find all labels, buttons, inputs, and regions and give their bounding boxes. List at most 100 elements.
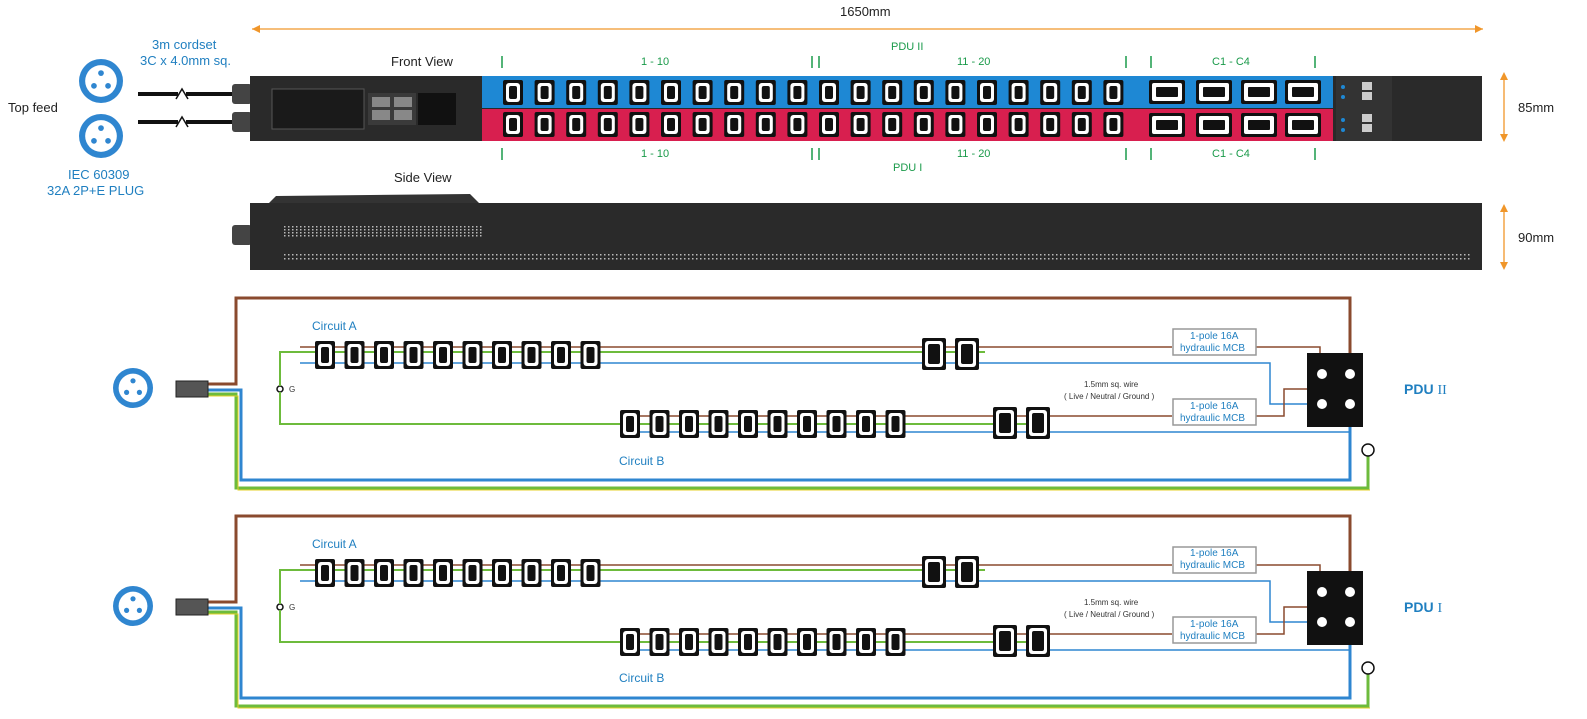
terminal-block <box>1307 353 1363 427</box>
top-group-1-10: 1 - 10 <box>641 56 670 68</box>
length-dimension-arrow <box>252 25 1483 33</box>
top-group-11-20: 11 - 20 <box>957 56 991 68</box>
c13-outlet <box>1026 407 1050 439</box>
c19-outlet <box>1196 80 1232 104</box>
iec-plug-icon <box>113 368 153 408</box>
bottom-group-1-10: 1 - 10 <box>641 148 670 160</box>
mcb-a-line2: hydraulic MCB <box>1180 560 1246 571</box>
c13-outlet <box>1008 80 1029 105</box>
c13-outlet <box>850 112 871 137</box>
mcb-b-line1: 1-pole 16A <box>1190 401 1239 412</box>
c13-outlet <box>945 80 966 105</box>
c13-outlet <box>597 80 618 105</box>
pdu-diagram: 1650mm 85mm 90mm 3m cordset 3C x 4.0mm s… <box>0 0 1587 719</box>
c13-outlet <box>856 410 876 438</box>
schematic-pdu-ii <box>113 296 1375 491</box>
c13-outlet <box>993 407 1017 439</box>
c13-outlet <box>374 559 394 587</box>
c13-outlet <box>551 341 571 369</box>
c13-outlet <box>724 112 745 137</box>
c13-outlet <box>977 112 997 137</box>
length-dimension-label: 1650mm <box>840 4 891 19</box>
pdu-numeral: II <box>1437 383 1447 398</box>
c19-outlet <box>1285 113 1321 137</box>
c19-outlet <box>1149 113 1185 137</box>
iec-plug-icons <box>79 59 123 158</box>
schematic-pdu-i <box>113 514 1375 709</box>
c13-outlet <box>521 559 542 587</box>
c13-outlet <box>679 628 699 656</box>
c13-outlet <box>913 80 934 105</box>
iec-plug-icon <box>79 114 123 158</box>
c13-outlet <box>597 112 618 137</box>
c13-outlet <box>885 628 906 656</box>
c13-outlet <box>433 341 453 369</box>
c13-outlet <box>566 80 587 105</box>
c13-outlet <box>503 80 523 105</box>
c13-outlet <box>708 628 729 656</box>
c13-outlet <box>819 112 839 137</box>
mcb-a-line1: 1-pole 16A <box>1190 548 1239 559</box>
top-group-c1-c4: C1 - C4 <box>1212 56 1250 68</box>
c13-outlet <box>797 628 817 656</box>
c13-outlet <box>856 628 876 656</box>
plug-label-line2: 32A 2P+E PLUG <box>47 183 145 198</box>
c13-outlet <box>403 341 424 369</box>
c13-outlet <box>344 341 365 369</box>
diagram-canvas <box>79 25 1508 709</box>
pdu-front-view <box>232 76 1482 141</box>
cordset-label-line1: 3m cordset <box>152 37 217 52</box>
c13-outlet <box>403 559 424 587</box>
c13-outlet <box>580 341 601 369</box>
c13-outlet <box>738 410 758 438</box>
c13-outlet <box>913 112 934 137</box>
side-height-label: 90mm <box>1518 230 1555 245</box>
bottom-group-c1-c4: C1 - C4 <box>1212 148 1250 160</box>
input-cords <box>138 87 232 128</box>
c13-outlet <box>580 559 601 587</box>
c13-outlet <box>620 410 640 438</box>
c13-outlet <box>1071 80 1092 105</box>
c13-outlet <box>787 80 808 105</box>
c13-outlet <box>767 410 788 438</box>
mcb-b-line1: 1-pole 16A <box>1190 619 1239 630</box>
c13-outlet <box>534 112 555 137</box>
c13-outlet <box>492 341 512 369</box>
terminal-block <box>1307 571 1363 645</box>
c13-outlet <box>797 410 817 438</box>
c13-outlet <box>566 112 587 137</box>
c13-outlet <box>755 112 776 137</box>
height-dimension-arrow-front <box>1500 72 1508 142</box>
bottom-group-11-20: 11 - 20 <box>957 148 991 160</box>
mcb-b-line2: hydraulic MCB <box>1180 631 1246 642</box>
circuit-a-label: Circuit A <box>312 319 357 333</box>
circuit-b-label: Circuit B <box>619 454 665 468</box>
c13-outlet <box>850 80 871 105</box>
c13-outlet <box>692 80 713 105</box>
wire-spec-line2: ( Live / Neutral / Ground ) <box>1064 610 1155 619</box>
c13-outlet <box>945 112 966 137</box>
c19-outlet <box>1196 113 1232 137</box>
front-height-label: 85mm <box>1518 100 1555 115</box>
pdu-word: PDU <box>1404 381 1434 397</box>
c13-outlet <box>649 628 670 656</box>
c13-outlet <box>344 559 365 587</box>
c13-outlet <box>661 80 681 105</box>
iec-plug-icon <box>79 59 123 103</box>
c13-outlet <box>826 628 847 656</box>
c13-outlet <box>503 112 523 137</box>
mcb-b-line2: hydraulic MCB <box>1180 413 1246 424</box>
c13-outlet <box>955 556 979 588</box>
c13-outlet <box>551 559 571 587</box>
c13-outlet <box>620 628 640 656</box>
cordset-label-line2: 3C x 4.0mm sq. <box>140 53 232 68</box>
c13-outlet <box>767 628 788 656</box>
c13-outlet <box>1103 80 1124 105</box>
c19-outlet <box>1285 80 1321 104</box>
top-feed-label: Top feed <box>8 100 58 115</box>
c13-outlet <box>1103 112 1124 137</box>
pdu-ii-front-label: PDU II <box>891 41 924 53</box>
pdu-i-front-label: PDU I <box>893 162 923 174</box>
c13-outlet <box>692 112 713 137</box>
pdu-word: PDU <box>1404 599 1434 615</box>
